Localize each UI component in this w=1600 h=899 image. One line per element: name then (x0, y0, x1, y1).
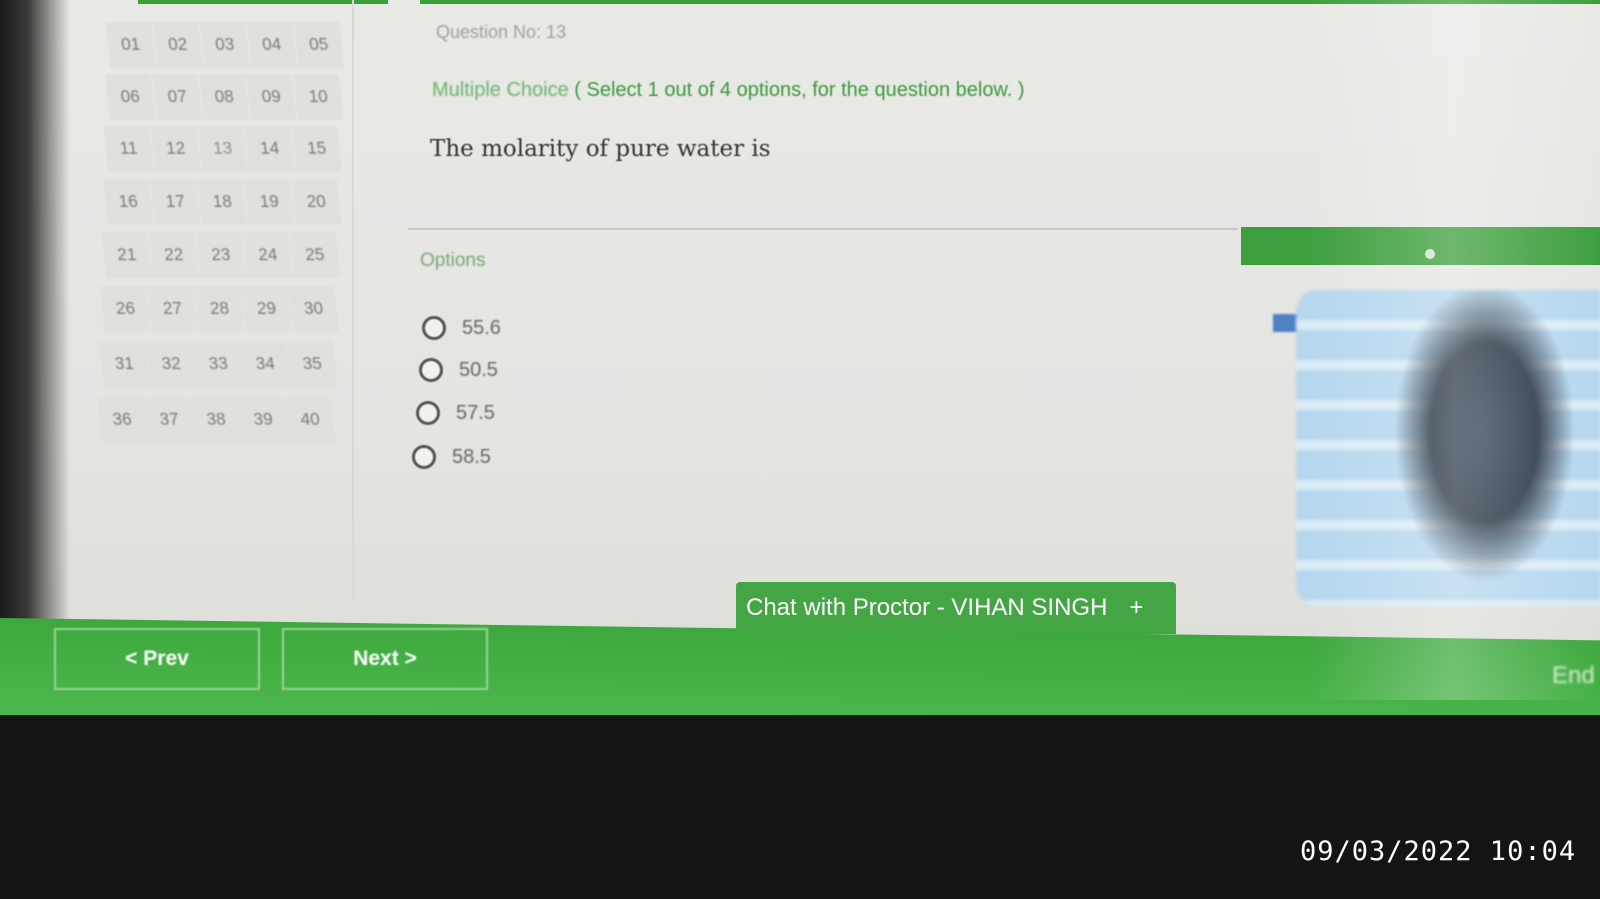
question-nav-item-current[interactable]: 13 (197, 126, 249, 172)
question-nav-item[interactable]: 05 (293, 22, 345, 68)
question-nav-item[interactable]: 08 (198, 74, 250, 120)
question-nav-item[interactable]: 29 (241, 286, 292, 332)
question-navigator: 01 02 03 04 05 06 07 08 09 10 11 12 13 1… (57, 22, 382, 452)
question-nav-item[interactable]: 37 (143, 397, 195, 443)
option-row-2[interactable]: 50.5 (419, 358, 498, 382)
options-title: Options (420, 250, 486, 271)
question-number: Question No: 13 (436, 22, 567, 42)
end-button[interactable]: End (1552, 662, 1595, 690)
question-nav-item[interactable]: 01 (105, 22, 157, 68)
question-nav-item[interactable]: 11 (103, 126, 155, 172)
prev-button[interactable]: < Prev (54, 628, 260, 690)
question-nav-item[interactable]: 09 (245, 74, 297, 120)
question-nav-item[interactable]: 21 (101, 232, 153, 278)
question-nav-item[interactable]: 17 (149, 179, 201, 225)
question-nav-item[interactable]: 35 (286, 341, 338, 387)
question-nav-item[interactable]: 18 (196, 179, 248, 225)
question-type-prefix: Multiple Choice (432, 79, 569, 101)
question-nav-item[interactable]: 22 (148, 232, 200, 278)
radio-button[interactable] (412, 445, 436, 469)
question-type: Multiple Choice ( Select 1 out of 4 opti… (432, 79, 1025, 102)
question-nav-item[interactable]: 04 (246, 22, 298, 68)
chat-with-proctor-button[interactable]: Chat with Proctor - VIHAN SINGH + (736, 582, 1176, 634)
question-nav-item[interactable]: 19 (243, 179, 295, 225)
radio-button[interactable] (416, 401, 440, 425)
next-button[interactable]: Next > (282, 628, 488, 690)
question-nav-item[interactable]: 40 (284, 397, 336, 443)
question-nav-item[interactable]: 02 (152, 22, 204, 68)
question-nav-item[interactable]: 36 (96, 397, 148, 443)
webcam-indicator-icon (1425, 249, 1435, 259)
question-nav-item[interactable]: 03 (199, 22, 251, 68)
question-nav-item[interactable]: 31 (98, 341, 150, 387)
question-nav-item[interactable]: 25 (289, 232, 341, 278)
question-nav-item[interactable]: 33 (192, 341, 244, 387)
webcam-preview (1296, 290, 1600, 606)
option-row-4[interactable]: 58.5 (412, 445, 491, 469)
nav-top-border (138, 0, 388, 4)
question-nav-item[interactable]: 34 (239, 341, 291, 387)
question-nav-item[interactable]: 32 (145, 341, 197, 387)
question-nav-item[interactable]: 30 (288, 286, 339, 332)
option-label: 55.6 (462, 316, 501, 339)
question-nav-item[interactable]: 06 (104, 74, 156, 120)
radio-button[interactable] (419, 358, 443, 382)
webcam-header (1241, 227, 1600, 265)
chat-label: Chat with Proctor - VIHAN SINGH (746, 594, 1108, 621)
exam-screen: 01 02 03 04 05 06 07 08 09 10 11 12 13 1… (0, 0, 1600, 715)
option-label: 57.5 (456, 401, 495, 424)
radio-button[interactable] (422, 316, 446, 340)
panel-divider (352, 0, 354, 600)
question-type-detail: ( Select 1 out of 4 options, for the que… (568, 79, 1025, 101)
question-nav-item[interactable]: 07 (151, 74, 203, 120)
question-nav-item[interactable]: 38 (190, 397, 242, 443)
question-nav-item[interactable]: 10 (292, 74, 344, 120)
question-nav-item[interactable]: 28 (194, 286, 245, 332)
content-top-border (420, 0, 1600, 4)
question-nav-item[interactable]: 26 (100, 286, 151, 332)
question-nav-item[interactable]: 16 (102, 179, 154, 225)
question-text: The molarity of pure water is (430, 136, 771, 162)
question-nav-item[interactable]: 39 (237, 397, 289, 443)
question-nav-item[interactable]: 14 (244, 126, 296, 172)
option-row-1[interactable]: 55.6 (422, 316, 501, 340)
question-nav-item[interactable]: 12 (150, 126, 202, 172)
question-nav-item[interactable]: 24 (242, 232, 294, 278)
photo-timestamp: 09/03/2022 10:04 (1300, 836, 1577, 867)
question-nav-item[interactable]: 23 (195, 232, 247, 278)
screen-edge-shadow (0, 0, 70, 715)
question-divider (408, 228, 1238, 230)
question-nav-item[interactable]: 20 (290, 179, 342, 225)
question-nav-item[interactable]: 27 (147, 286, 198, 332)
option-label: 58.5 (452, 445, 491, 468)
plus-icon: + (1129, 594, 1144, 621)
question-nav-item[interactable]: 15 (291, 126, 343, 172)
option-row-3[interactable]: 57.5 (416, 401, 495, 425)
option-label: 50.5 (459, 358, 498, 381)
